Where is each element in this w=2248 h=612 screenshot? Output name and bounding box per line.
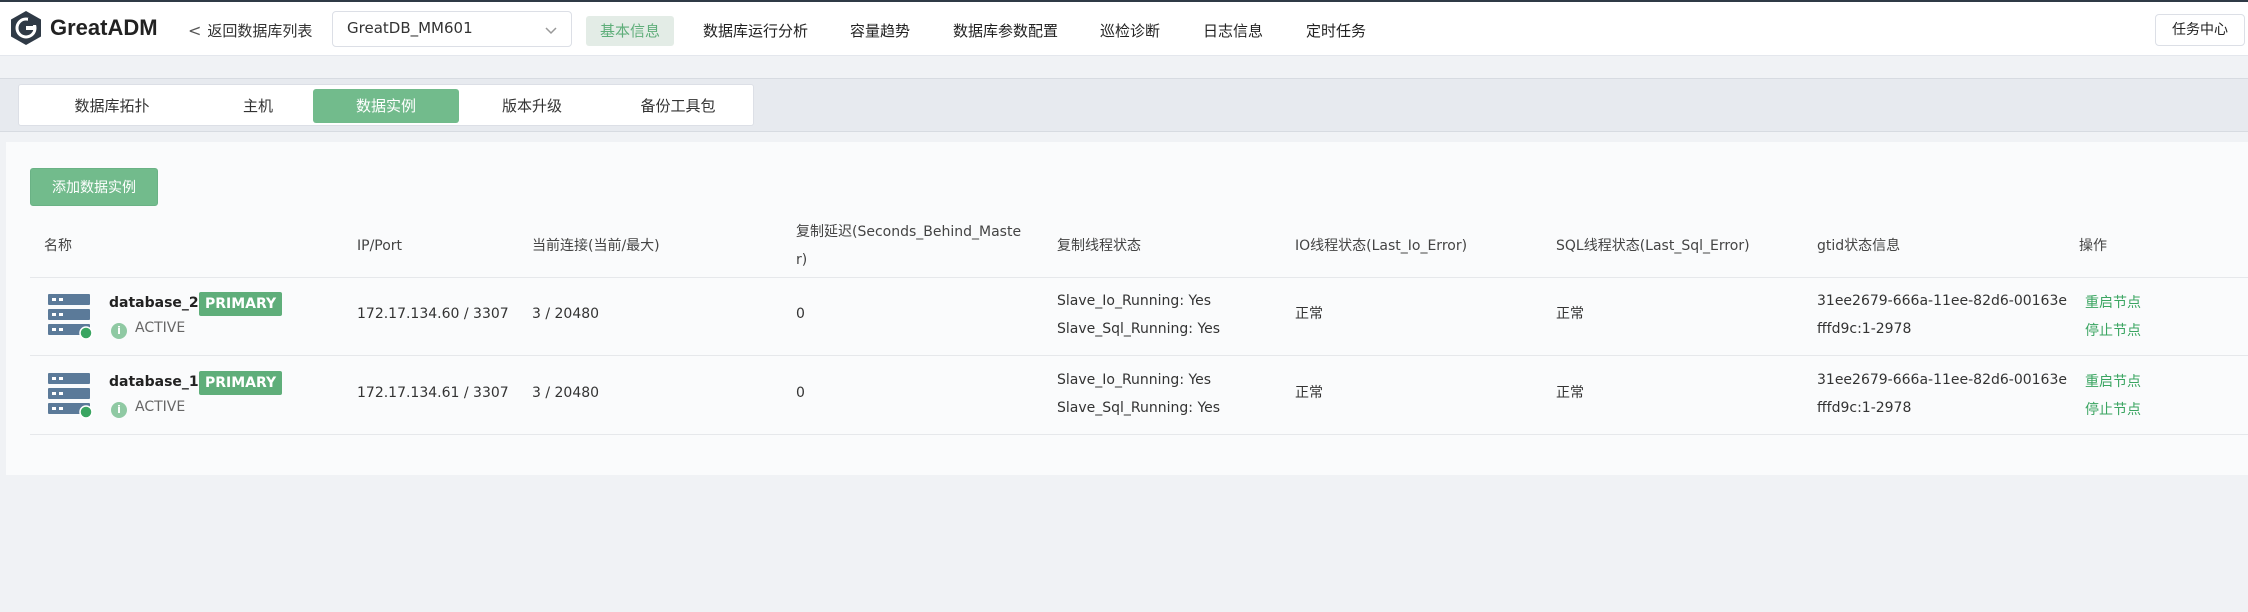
row-divider [30,277,2248,278]
role-badge: PRIMARY [199,371,283,395]
nav-db-analysis[interactable]: 数据库运行分析 [703,16,808,46]
gtid-text-line2: fffd9c:1-2978 [1817,321,1912,337]
ip-port-cell: 172.17.134.61 / 3307 [357,385,509,401]
col-replication-delay: 复制延迟(Seconds_Behind_Maste r) [796,218,1021,274]
col-io-thread: IO线程状态(Last_Io_Error) [1295,238,1468,254]
nav-inspection[interactable]: 巡检诊断 [1100,16,1160,46]
server-icon [48,294,93,340]
col-replication-threads: 复制线程状态 [1057,238,1141,254]
tab-db-topology[interactable]: 数据库拓扑 [39,89,185,123]
io-state-cell: 正常 [1295,385,1323,401]
connections-cell: 3 / 20480 [532,385,600,401]
delay-cell: 0 [796,385,805,401]
col-replication-delay-line1: 复制延迟(Seconds_Behind_Maste [796,224,1022,240]
subtab-group: 数据库拓扑 主机 数据实例 版本升级 备份工具包 [18,84,754,126]
app-name: GreatADM [50,15,158,40]
instance-status-text: ACTIVE [135,399,186,415]
ip-port-cell: 172.17.134.60 / 3307 [357,306,509,322]
restart-node-link[interactable]: 重启节点 [2085,292,2141,312]
tab-backup-tools[interactable]: 备份工具包 [605,89,751,123]
connections-cell: 3 / 20480 [532,306,600,322]
tab-version-upgrade[interactable]: 版本升级 [459,89,605,123]
sql-state-cell: 正常 [1556,306,1584,322]
chevron-down-icon [545,27,557,35]
row-divider [30,355,2248,356]
sql-running-text: Slave_Sql_Running: Yes [1057,400,1221,416]
stop-node-link[interactable]: 停止节点 [2085,399,2141,419]
col-connections: 当前连接(当前/最大) [532,238,660,254]
sql-state-cell: 正常 [1556,385,1584,401]
instance-status-text: ACTIVE [135,320,186,336]
io-state-cell: 正常 [1295,306,1323,322]
info-icon: i [111,402,127,418]
instance-name: database_2 [109,295,199,311]
tab-data-instances[interactable]: 数据实例 [313,89,459,123]
nav-db-params[interactable]: 数据库参数配置 [953,16,1058,46]
task-center-button[interactable]: 任务中心 [2155,14,2245,46]
add-instance-button[interactable]: 添加数据实例 [30,168,158,206]
delay-cell: 0 [796,306,805,322]
sql-running-text: Slave_Sql_Running: Yes [1057,321,1221,337]
server-icon [48,373,93,419]
role-badge: PRIMARY [199,292,283,316]
stop-node-link[interactable]: 停止节点 [2085,320,2141,340]
nav-capacity-trend[interactable]: 容量趋势 [850,16,910,46]
tab-hosts[interactable]: 主机 [185,89,331,123]
restart-node-link[interactable]: 重启节点 [2085,371,2141,391]
col-sql-thread: SQL线程状态(Last_Sql_Error) [1556,238,1750,254]
nav-scheduled-tasks[interactable]: 定时任务 [1306,16,1366,46]
gtid-text-line2: fffd9c:1-2978 [1817,400,1912,416]
instance-status: i ACTIVE [111,397,185,418]
io-running-text: Slave_Io_Running: Yes [1057,293,1212,309]
nav-logs[interactable]: 日志信息 [1203,16,1263,46]
info-icon: i [111,323,127,339]
top-header: GreatADM < 返回数据库列表 GreatDB_MM601 基本信息 数据库… [0,0,2248,56]
io-running-text: Slave_Io_Running: Yes [1057,372,1212,388]
col-actions: 操作 [2079,238,2107,254]
instance-status: i ACTIVE [111,318,185,339]
gtid-text-line1: 31ee2679-666a-11ee-82d6-00163e [1817,293,2067,309]
col-ip-port: IP/Port [357,238,403,254]
database-select[interactable]: GreatDB_MM601 [332,11,572,47]
row-divider [30,434,2248,435]
chevron-left-icon: < [188,21,202,40]
gtid-text-line1: 31ee2679-666a-11ee-82d6-00163e [1817,372,2067,388]
nav-basic-info[interactable]: 基本信息 [586,16,675,46]
back-to-db-list-link[interactable]: < 返回数据库列表 [188,20,312,41]
col-replication-delay-line2: r) [796,252,808,268]
instance-name: database_1 [109,374,199,390]
col-name: 名称 [44,238,72,254]
greatadm-logo-icon [11,11,41,45]
col-gtid: gtid状态信息 [1817,238,1901,254]
back-label: 返回数据库列表 [207,22,313,40]
database-select-value: GreatDB_MM601 [347,19,473,37]
